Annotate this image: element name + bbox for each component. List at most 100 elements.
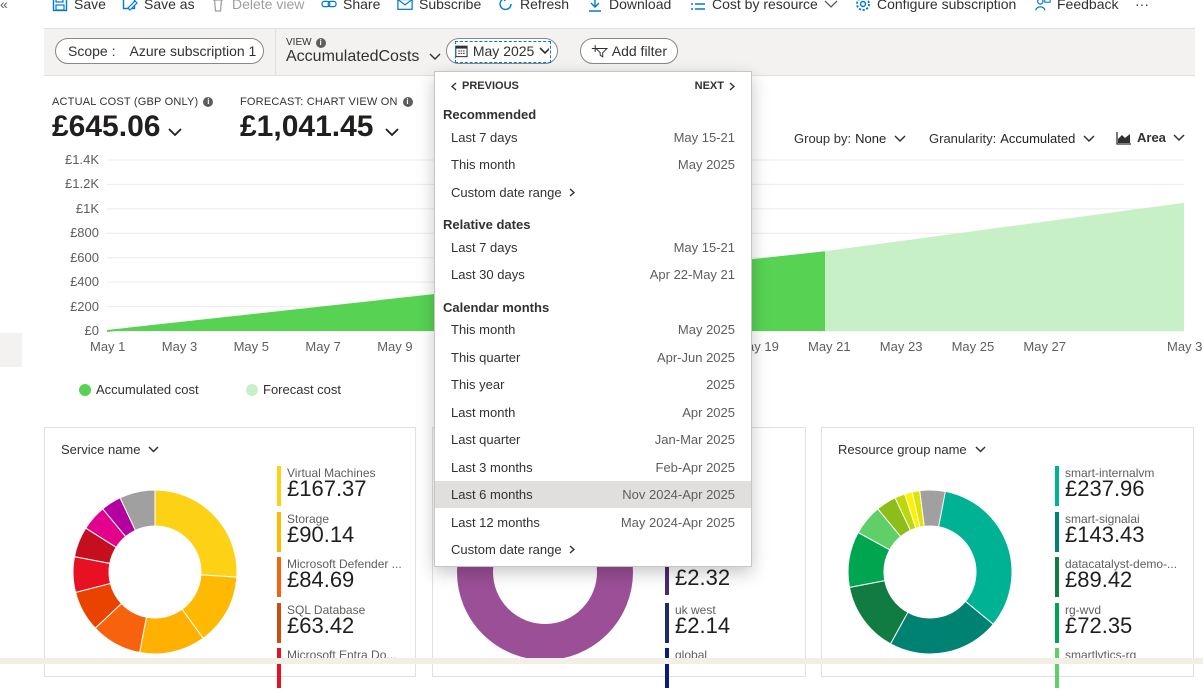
- x-tick-label: May 25: [951, 339, 995, 354]
- legend-color: [277, 512, 281, 552]
- divider: [275, 29, 276, 75]
- date-option[interactable]: This year 2025: [435, 371, 751, 398]
- chevron-right-icon: [569, 188, 576, 197]
- configure-subscription-button[interactable]: Configure subscription: [855, 0, 1016, 12]
- service-donut-chart: [72, 489, 238, 655]
- chevron-left-icon: [451, 81, 457, 91]
- gear-icon: [856, 0, 870, 11]
- save-as-button[interactable]: Save as: [122, 0, 195, 12]
- legend-accumulated[interactable]: Accumulated cost: [79, 382, 199, 397]
- save-icon: [52, 0, 68, 12]
- subscribe-label: Subscribe: [419, 0, 482, 12]
- save-as-label: Save as: [144, 0, 195, 12]
- date-option[interactable]: This quarter Apr-Jun 2025: [435, 344, 751, 371]
- date-range-pill[interactable]: May 2025: [446, 38, 558, 64]
- legend-color: [665, 603, 669, 643]
- scope-pill[interactable]: Scope : Azure subscription 1: [55, 38, 264, 64]
- y-tick-label: £1K: [75, 200, 99, 216]
- date-option[interactable]: This month May 2025: [435, 151, 751, 178]
- option-range: May 2025: [677, 322, 735, 337]
- resource-group-donut-chart: [847, 489, 1013, 655]
- info-icon: i: [315, 37, 326, 48]
- date-option[interactable]: Last 30 days Apr 22-May 21: [435, 261, 751, 288]
- x-tick-label: May 3: [161, 339, 198, 354]
- date-option[interactable]: Last month Apr 2025: [435, 399, 751, 426]
- option-label: Last 30 days: [451, 267, 525, 282]
- granularity-label: Granularity:: [929, 131, 997, 146]
- option-label-wrap: Custom date range: [451, 185, 576, 200]
- group-by-label: Group by:: [794, 131, 852, 146]
- link-icon: [321, 0, 337, 8]
- legend-value: £167.37: [287, 476, 367, 501]
- resource-group-selector[interactable]: Resource group name: [838, 442, 986, 457]
- download-button[interactable]: Download: [587, 0, 671, 12]
- custom-date-range-option[interactable]: Custom date range: [435, 179, 751, 206]
- option-label: Last 7 days: [451, 130, 518, 145]
- save-button[interactable]: Save: [52, 0, 106, 12]
- delete-view-label: Delete view: [232, 0, 305, 12]
- feedback-button[interactable]: Feedback: [1035, 0, 1118, 12]
- delete-view-button[interactable]: Delete view: [210, 0, 304, 12]
- legend-color: [277, 466, 281, 506]
- forecast-label-text: FORECAST: CHART VIEW ON: [240, 96, 398, 108]
- save-label: Save: [74, 0, 106, 12]
- legend-value: £2.14: [675, 613, 731, 638]
- download-icon: [589, 0, 601, 12]
- legend-color: [277, 557, 281, 597]
- subscribe-button[interactable]: Subscribe: [397, 0, 481, 12]
- option-label: This year: [451, 377, 505, 392]
- legend-color: [1055, 648, 1059, 688]
- y-tick-label: £200: [70, 298, 99, 314]
- legend-value: £72.35: [1065, 613, 1133, 638]
- next-button[interactable]: NEXT: [695, 80, 735, 92]
- x-tick-label: May 9: [377, 339, 413, 354]
- option-range: 2025: [706, 377, 735, 392]
- date-option[interactable]: Last 12 months May 2024-Apr 2025: [435, 509, 751, 536]
- actual-cost-value[interactable]: £645.06: [52, 110, 213, 144]
- configure-subscription-label: Configure subscription: [877, 0, 1017, 12]
- custom-date-range-option[interactable]: Custom date range: [435, 536, 751, 563]
- more-actions-button[interactable]: ···: [1135, 0, 1149, 12]
- add-filter-button[interactable]: Add filter: [580, 38, 678, 64]
- add-filter-icon: [591, 45, 608, 58]
- date-option[interactable]: Last 7 days May 15-21: [435, 124, 751, 151]
- date-option-hovered[interactable]: Last 6 months Nov 2024-Apr 2025: [435, 481, 751, 508]
- scope-value: Azure subscription 1: [129, 43, 257, 59]
- service-name-selector[interactable]: Service name: [61, 442, 160, 457]
- legend-value: £143.43: [1065, 522, 1145, 547]
- collapse-glyph: «: [0, 0, 8, 12]
- option-label: Last 7 days: [451, 240, 518, 255]
- option-label: Custom date range: [451, 185, 562, 200]
- granularity-selector[interactable]: Granularity: Accumulated: [929, 131, 1095, 146]
- legend-value: £63.42: [287, 613, 355, 638]
- chart-type-selector[interactable]: Area: [1116, 130, 1185, 145]
- share-button[interactable]: Share: [321, 0, 380, 12]
- date-option[interactable]: This month May 2025: [435, 316, 751, 343]
- legend-swatch: [246, 383, 258, 396]
- date-option[interactable]: Last quarter Jan-Mar 2025: [435, 426, 751, 453]
- view-label: VIEW i: [286, 37, 326, 48]
- cost-by-resource-dropdown[interactable]: Cost by resource: [690, 0, 838, 12]
- y-tick-label: £600: [70, 249, 99, 265]
- y-tick-label: £800: [70, 225, 99, 241]
- previous-button[interactable]: PREVIOUS: [451, 80, 519, 92]
- legend-color: [1055, 512, 1059, 552]
- donut-segment: [154, 489, 238, 578]
- view-selector[interactable]: AccumulatedCosts: [286, 48, 441, 66]
- refresh-button[interactable]: Refresh: [498, 0, 569, 12]
- option-range: Feb-Apr 2025: [655, 460, 736, 475]
- feedback-label: Feedback: [1057, 0, 1119, 12]
- collapse-icon[interactable]: «: [0, 0, 8, 12]
- x-tick-label: May 31: [1167, 339, 1203, 354]
- actual-cost-kpi: ACTUAL COST (GBP ONLY) i £645.06: [52, 96, 214, 144]
- legend-forecast[interactable]: Forecast cost: [246, 382, 341, 397]
- date-option[interactable]: Last 3 months Feb-Apr 2025: [435, 454, 751, 481]
- actual-cost-label: ACTUAL COST (GBP ONLY) i: [52, 96, 214, 108]
- date-option[interactable]: Last 7 days May 15-21: [435, 234, 751, 261]
- view-value: AccumulatedCosts: [286, 48, 420, 65]
- chevron-right-icon: [569, 545, 576, 554]
- info-icon: i: [402, 97, 413, 107]
- forecast-value[interactable]: £1,041.45: [240, 110, 413, 144]
- chevron-down-icon: [824, 0, 838, 8]
- group-by-selector[interactable]: Group by: None: [794, 131, 906, 146]
